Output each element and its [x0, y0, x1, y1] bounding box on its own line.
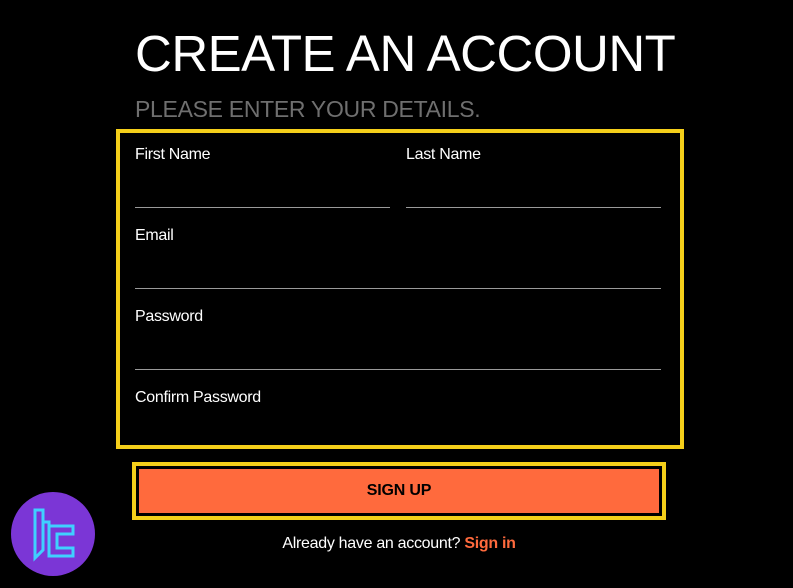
confirm-password-label: Confirm Password — [135, 389, 261, 406]
signin-link[interactable]: Sign in — [464, 535, 516, 552]
signup-button[interactable]: SIGN UP — [139, 469, 659, 513]
brand-logo-icon — [33, 508, 75, 562]
password-label: Password — [135, 308, 203, 325]
email-label: Email — [135, 227, 174, 244]
signin-prompt-text: Already have an account? — [282, 535, 461, 552]
password-input[interactable] — [135, 342, 661, 370]
last-name-label: Last Name — [406, 146, 481, 163]
first-name-label: First Name — [135, 146, 211, 163]
signup-form: First Name Last Name Email Password Conf… — [116, 129, 684, 449]
confirm-password-input[interactable] — [135, 409, 661, 437]
brand-logo — [11, 492, 95, 576]
email-input[interactable] — [135, 261, 661, 289]
page-title: CREATE AN ACCOUNT — [135, 25, 676, 82]
last-name-input[interactable] — [406, 180, 661, 208]
page-subtitle: PLEASE ENTER YOUR DETAILS. — [135, 96, 481, 122]
first-name-input[interactable] — [135, 180, 390, 208]
signup-button-frame: SIGN UP — [132, 462, 666, 520]
signin-prompt: Already have an account? Sign in — [0, 534, 793, 554]
